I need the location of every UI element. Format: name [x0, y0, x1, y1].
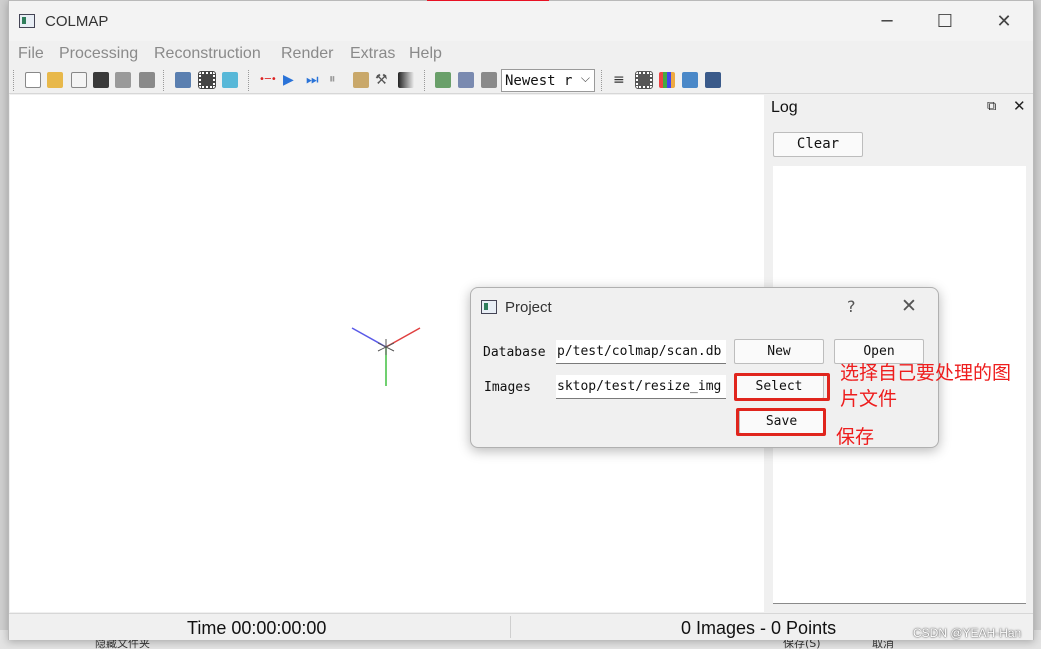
images-path-field[interactable]: sktop/test/resize_img	[556, 375, 726, 399]
dense-reconstruction-icon[interactable]	[398, 72, 414, 88]
toolbar-separator	[424, 70, 426, 91]
status-bar: Time 00:00:00:00 0 Images - 0 Points	[9, 613, 1033, 640]
start-reconstruction-icon[interactable]: ▶	[283, 72, 299, 88]
images-label: Images	[484, 380, 531, 395]
csdn-watermark: CSDN @YEAH-Han	[913, 626, 1022, 640]
reconstruction-options-icon[interactable]	[353, 72, 369, 88]
select-annotation-line1: 选择自己要处理的图	[840, 362, 1012, 384]
colmap-app-icon	[19, 14, 35, 28]
match-matrix-icon[interactable]	[635, 71, 653, 89]
new-database-button[interactable]: New	[734, 339, 824, 364]
minimize-button[interactable]: ─	[867, 9, 907, 35]
render-mode-select-value: Newest r	[505, 73, 573, 89]
window-title: COLMAP	[45, 13, 109, 30]
dialog-help-button[interactable]: ?	[847, 297, 856, 316]
log-close-button[interactable]: ✕	[1013, 97, 1026, 115]
log-float-button[interactable]: ⧉	[987, 99, 996, 114]
menu-help[interactable]: Help	[409, 45, 442, 63]
feature-extraction-icon[interactable]	[175, 72, 191, 88]
import-icon[interactable]	[115, 72, 131, 88]
dialog-title: Project	[505, 299, 552, 316]
dialog-app-icon	[481, 300, 497, 314]
reconstruction-stats-icon[interactable]: ≡	[613, 72, 629, 88]
toolbar-separator	[163, 70, 165, 91]
status-divider	[510, 616, 511, 638]
render-options-icon[interactable]	[435, 72, 451, 88]
automatic-reconstruction-icon[interactable]: •─•	[259, 72, 277, 88]
menu-processing[interactable]: Processing	[59, 45, 138, 63]
open-project-icon[interactable]	[47, 72, 63, 88]
bundle-adjustment-icon[interactable]: ⚒	[375, 72, 391, 88]
toolbar: •─• ▶ ⏭ ⏸ ⚒ Newest r ⌵ ≡	[9, 67, 1033, 94]
log-icon[interactable]	[659, 72, 675, 88]
toolbar-separator	[601, 70, 603, 91]
chevron-down-icon: ⌵	[580, 71, 590, 85]
reset-view-icon[interactable]	[458, 72, 474, 88]
dialog-close-button[interactable]: ✕	[901, 295, 917, 317]
maximize-button[interactable]: ☐	[925, 9, 965, 35]
new-project-icon[interactable]	[25, 72, 41, 88]
menu-render[interactable]: Render	[281, 45, 333, 63]
menu-file[interactable]: File	[18, 45, 44, 63]
status-image-point-counts: 0 Images - 0 Points	[681, 618, 837, 638]
render-mode-select[interactable]: Newest r ⌵	[501, 69, 595, 92]
toolbar-separator	[248, 70, 250, 91]
grab-image-icon[interactable]	[481, 72, 497, 88]
feature-matching-icon[interactable]	[198, 71, 216, 89]
status-time: Time 00:00:00:00	[187, 618, 327, 638]
menu-extras[interactable]: Extras	[350, 45, 395, 63]
menu-bar: File Processing Reconstruction Render Ex…	[9, 41, 1033, 67]
database-management-icon[interactable]	[222, 72, 238, 88]
edit-project-icon[interactable]	[71, 72, 87, 88]
toolbar-separator	[13, 70, 15, 91]
grab-movie-icon[interactable]	[705, 72, 721, 88]
step-reconstruction-icon[interactable]: ⏭	[306, 72, 322, 88]
select-highlight-box	[734, 373, 830, 401]
save-project-icon[interactable]	[93, 72, 109, 88]
close-window-button[interactable]: ✕	[984, 9, 1024, 35]
select-annotation-line2: 片文件	[840, 388, 898, 410]
pause-icon[interactable]: ⏸	[329, 72, 345, 88]
clear-log-button[interactable]: Clear	[773, 132, 863, 157]
menu-reconstruction[interactable]: Reconstruction	[154, 45, 261, 63]
save-highlight-box	[736, 408, 826, 436]
database-path-field[interactable]: p/test/colmap/scan.db	[556, 340, 726, 364]
export-icon[interactable]	[139, 72, 155, 88]
database-label: Database	[483, 345, 546, 360]
save-annotation: 保存	[836, 426, 875, 448]
title-bar: COLMAP ─ ☐ ✕	[9, 1, 1033, 41]
log-title: Log	[771, 99, 798, 116]
screenshot-icon[interactable]	[682, 72, 698, 88]
